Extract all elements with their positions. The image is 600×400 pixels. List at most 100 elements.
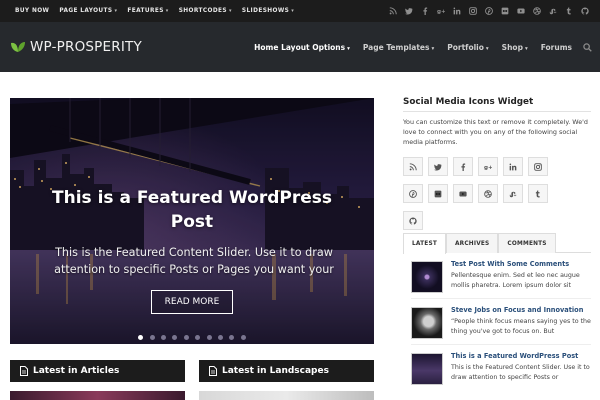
slide-description: This is the Featured Content Slider. Use… (54, 246, 334, 276)
post-title-link[interactable]: This is a Featured WordPress Post (451, 352, 593, 360)
tab-latest[interactable]: LATEST (403, 233, 446, 254)
sidebar-tabs: LATEST ARCHIVES COMMENTS (403, 233, 591, 254)
tumblr-icon[interactable] (564, 6, 574, 16)
post-excerpt: This is the Featured Content Slider. Use… (451, 364, 590, 381)
section-label: Latest in Articles (33, 366, 120, 376)
slide-title[interactable]: This is a Featured WordPress Post (30, 186, 354, 234)
list-item: Steve Jobs on Focus and Innovation “Peop… (411, 306, 593, 341)
topnav-label: FEATURES (127, 8, 164, 14)
leaf-logo-icon (11, 42, 25, 52)
topnav-item-shortcodes[interactable]: SHORTCODES ▾ (179, 8, 232, 14)
chevron-down-icon: ▾ (524, 45, 528, 52)
chevron-down-icon: ▾ (431, 45, 435, 52)
svg-text:g+: g+ (437, 9, 445, 15)
github-icon[interactable] (580, 6, 590, 16)
rss-icon[interactable] (388, 6, 398, 16)
pinterest-icon[interactable] (403, 184, 423, 203)
pinterest-icon[interactable] (484, 6, 494, 16)
flickr-icon[interactable] (500, 6, 510, 16)
slider-dot[interactable] (138, 335, 144, 340)
logo-text: WP-PROSPERITY (30, 39, 142, 55)
slider-dot[interactable] (183, 335, 189, 340)
nav-forums[interactable]: Forums (541, 43, 572, 52)
topnav-label: SHORTCODES (178, 8, 227, 14)
post-thumbnail[interactable] (411, 307, 443, 339)
top-social-icons: g+ (382, 0, 590, 22)
tab-archives[interactable]: ARCHIVES (445, 233, 499, 253)
post-title-link[interactable]: Test Post With Some Comments (451, 260, 593, 268)
nav-portfolio[interactable]: Portfolio ▾ (447, 43, 488, 52)
slider-dot[interactable] (206, 335, 212, 340)
list-item: This is a Featured WordPress Post This i… (411, 352, 593, 387)
post-thumbnail[interactable] (411, 261, 443, 293)
post-thumbnail[interactable] (411, 353, 443, 385)
youtube-icon[interactable] (516, 6, 526, 16)
nav-home-layout-options[interactable]: Home Layout Options ▾ (254, 43, 350, 52)
post-excerpt: “People think focus means saying yes to … (451, 318, 591, 335)
chevron-down-icon: ▾ (114, 8, 118, 14)
nav-page-templates[interactable]: Page Templates ▾ (363, 43, 434, 52)
document-icon (208, 366, 217, 376)
slider-dot[interactable] (195, 335, 201, 340)
nav-label: Forums (540, 42, 572, 52)
nav-shop[interactable]: Shop ▾ (502, 43, 528, 52)
linkedin-icon[interactable] (452, 6, 462, 16)
facebook-icon[interactable] (453, 157, 473, 176)
github-icon[interactable] (403, 211, 423, 230)
chevron-down-icon: ▾ (347, 45, 350, 52)
stumbleupon-icon[interactable] (548, 6, 558, 16)
document-icon (19, 366, 28, 376)
latest-articles-header: Latest in Articles (10, 360, 185, 382)
instagram-icon[interactable] (468, 6, 478, 16)
slider-dot[interactable] (240, 335, 246, 340)
chevron-down-icon: ▾ (291, 8, 295, 14)
topnav-item-features[interactable]: FEATURES ▾ (127, 8, 168, 14)
social-icons-grid: g+ (403, 157, 553, 238)
tumblr-icon[interactable] (528, 184, 548, 203)
facebook-icon[interactable] (420, 6, 430, 16)
instagram-icon[interactable] (528, 157, 548, 176)
svg-text:g+: g+ (484, 165, 492, 171)
twitter-icon[interactable] (404, 6, 414, 16)
rss-icon[interactable] (403, 157, 423, 176)
search-icon[interactable] (583, 42, 592, 52)
topnav-item-buy-now[interactable]: BUY NOW (15, 8, 49, 14)
twitter-icon[interactable] (428, 157, 448, 176)
topnav-item-page-layouts[interactable]: PAGE LAYOUTS ▾ (59, 8, 117, 14)
topnav-item-slideshows[interactable]: SLIDESHOWS ▾ (242, 8, 294, 14)
landscape-thumbnail[interactable] (199, 391, 374, 400)
list-item: Test Post With Some Comments Pellentesqu… (411, 260, 593, 295)
slider-pagination (10, 335, 374, 340)
top-nav: BUY NOW PAGE LAYOUTS ▾ FEATURES ▾ SHORTCOD… (15, 0, 304, 22)
linkedin-icon[interactable] (503, 157, 523, 176)
dribbble-icon[interactable] (478, 184, 498, 203)
article-thumbnail[interactable] (10, 391, 185, 400)
dribbble-icon[interactable] (532, 6, 542, 16)
divider (411, 344, 591, 345)
post-title-link[interactable]: Steve Jobs on Focus and Innovation (451, 306, 593, 314)
stumbleupon-icon[interactable] (503, 184, 523, 203)
featured-slider[interactable]: This is a Featured WordPress Post This i… (10, 98, 374, 344)
slider-dot[interactable] (161, 335, 167, 340)
top-bar: BUY NOW PAGE LAYOUTS ▾ FEATURES ▾ SHORTCOD… (0, 0, 600, 22)
site-logo[interactable]: WP-PROSPERITY (10, 22, 142, 72)
slider-dot[interactable] (149, 335, 155, 340)
nav-label: Home Layout Options (254, 42, 346, 52)
latest-landscapes-header: Latest in Landscapes (199, 360, 374, 382)
google-plus-icon[interactable]: g+ (478, 157, 498, 176)
flickr-icon[interactable] (428, 184, 448, 203)
widget-text: You can customize this text or remove it… (403, 118, 588, 147)
tab-comments[interactable]: COMMENTS (498, 233, 556, 253)
divider (411, 298, 591, 299)
slider-dot[interactable] (217, 335, 223, 340)
site-header: WP-PROSPERITY Home Layout Options ▾ Page … (0, 22, 600, 72)
google-plus-icon[interactable]: g+ (436, 6, 446, 16)
slider-dot[interactable] (172, 335, 178, 340)
youtube-icon[interactable] (453, 184, 473, 203)
nav-label: Shop (501, 42, 523, 52)
read-more-button[interactable]: READ MORE (151, 290, 233, 314)
topnav-label: SLIDESHOWS (241, 8, 290, 14)
chevron-down-icon: ▾ (165, 8, 169, 14)
nav-label: Page Templates (362, 42, 430, 52)
slider-dot[interactable] (229, 335, 235, 340)
